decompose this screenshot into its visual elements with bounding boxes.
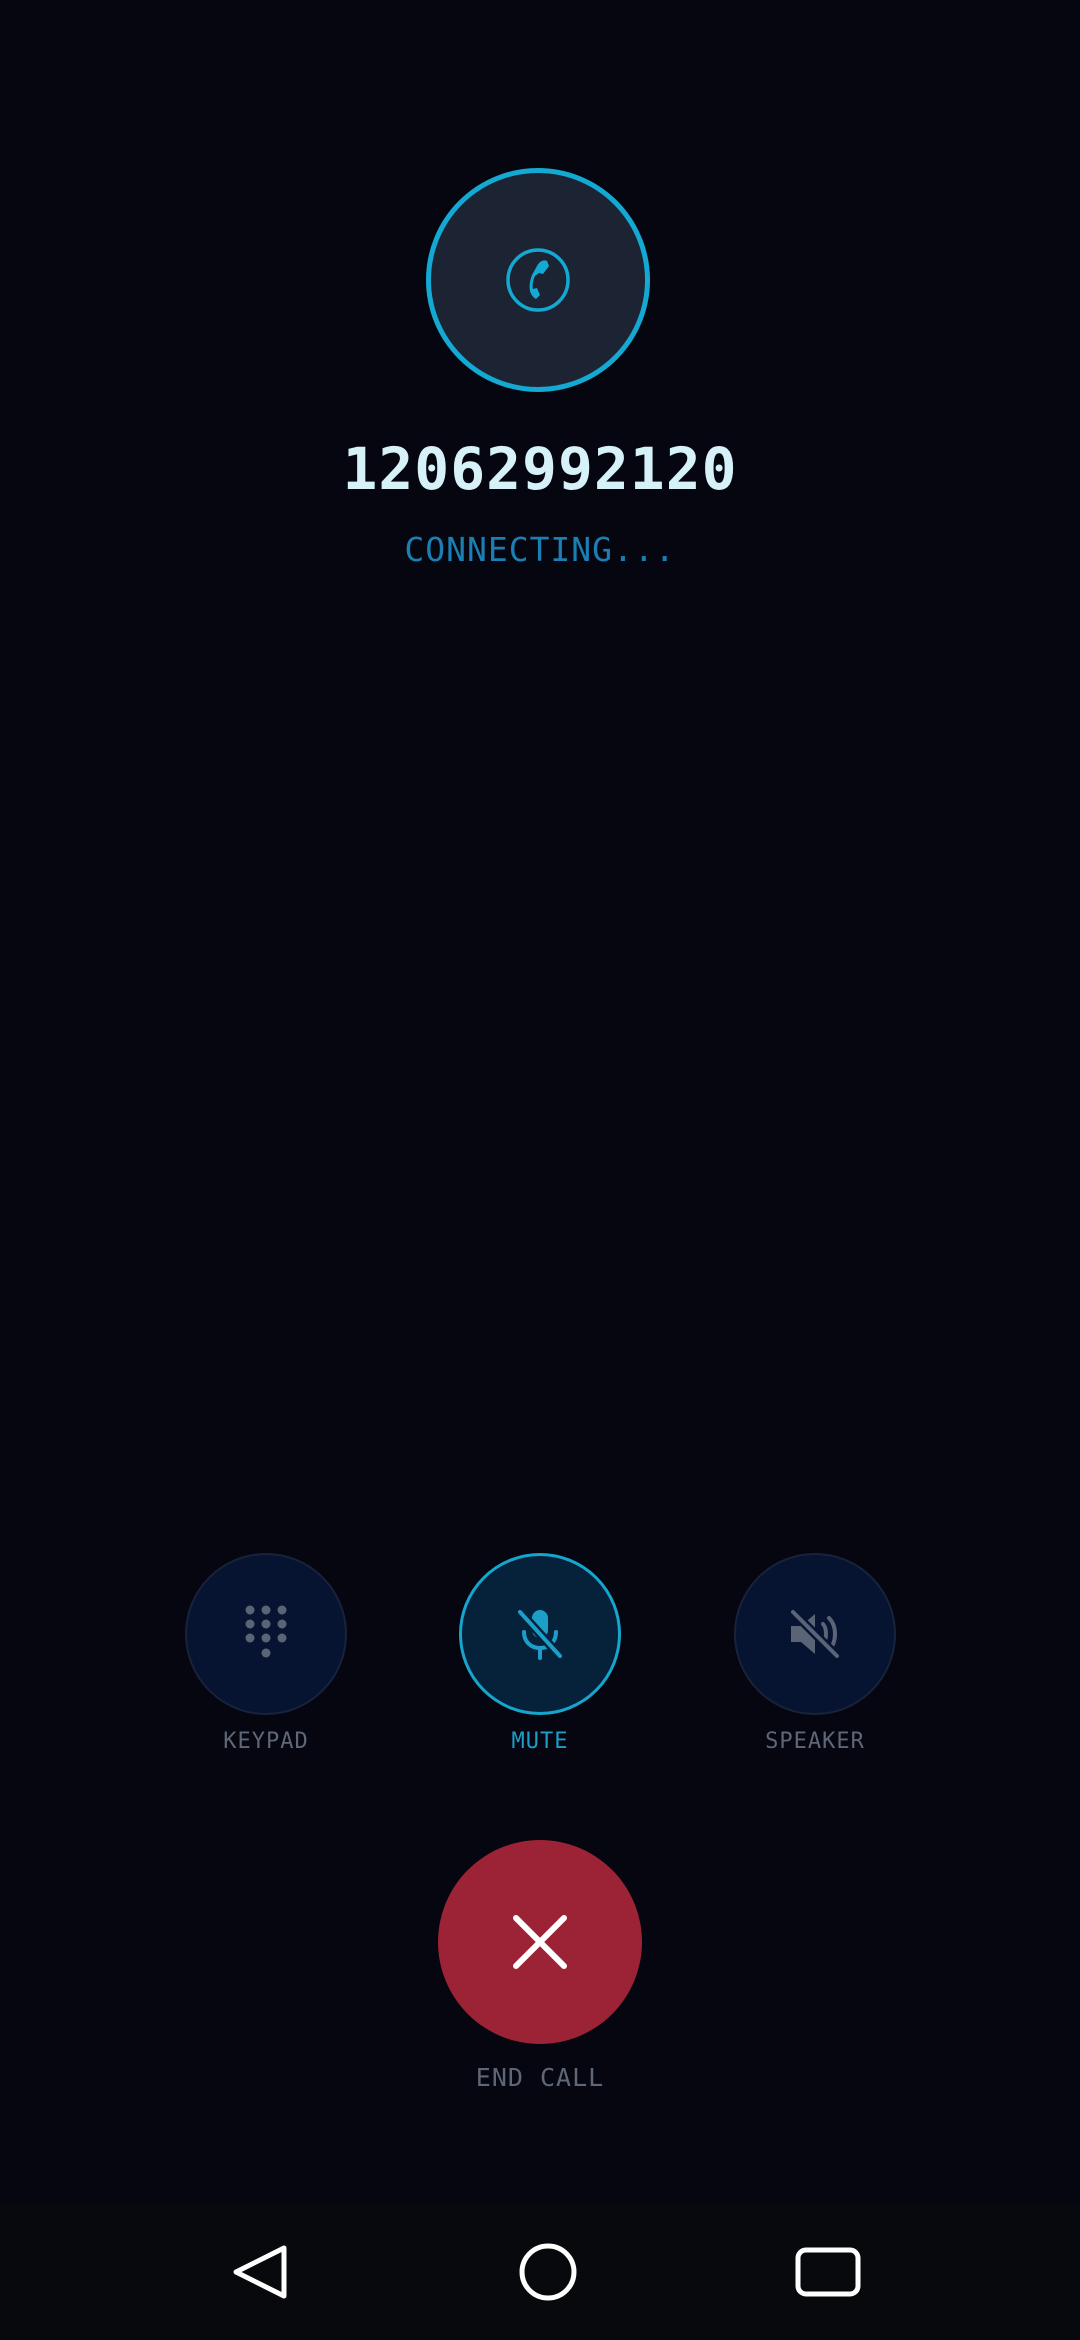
keypad-control: KEYPAD xyxy=(184,1553,348,1754)
mute-control: MUTE xyxy=(458,1553,622,1754)
mic-off-icon xyxy=(515,1607,565,1661)
nav-home-button[interactable] xyxy=(500,2224,596,2320)
mute-button[interactable] xyxy=(459,1553,621,1715)
speaker-label: SPEAKER xyxy=(765,1729,865,1754)
caller-number: 12062992120 xyxy=(342,435,738,503)
caller-avatar xyxy=(426,168,650,392)
keypad-icon xyxy=(245,1605,287,1658)
nav-recents-button[interactable] xyxy=(780,2224,876,2320)
system-navbar xyxy=(0,2204,1080,2340)
nav-back-button[interactable] xyxy=(212,2224,308,2320)
speaker-button[interactable] xyxy=(734,1553,896,1715)
home-circle-icon xyxy=(519,2243,577,2301)
keypad-button[interactable] xyxy=(185,1553,347,1715)
close-icon xyxy=(513,1915,567,1969)
volume-off-icon xyxy=(788,1607,842,1661)
speaker-control: SPEAKER xyxy=(733,1553,897,1754)
call-status: CONNECTING... xyxy=(404,530,676,569)
back-triangle-icon xyxy=(233,2245,287,2299)
mute-label: MUTE xyxy=(511,1729,569,1754)
end-call-button[interactable] xyxy=(438,1840,642,2044)
call-screen: 12062992120 CONNECTING... KEYPAD MUTE SP… xyxy=(0,0,1080,2340)
phone-icon xyxy=(506,248,570,312)
end-call-label: END CALL xyxy=(475,2063,605,2092)
keypad-label: KEYPAD xyxy=(223,1729,309,1754)
recents-square-icon xyxy=(795,2247,861,2297)
